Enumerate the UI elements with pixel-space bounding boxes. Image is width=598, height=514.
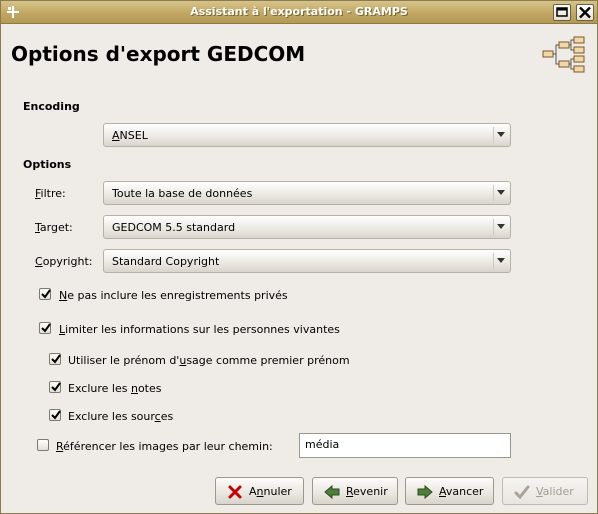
forward-button[interactable]: Avancer xyxy=(405,477,494,505)
copyright-dropdown-arrow[interactable] xyxy=(493,253,508,269)
filter-value: Toute la base de données xyxy=(112,187,253,200)
arrow-left-icon xyxy=(324,484,340,500)
apply-button[interactable]: Valider xyxy=(502,477,588,505)
target-value: GEDCOM 5.5 standard xyxy=(112,221,236,234)
checkmark-icon xyxy=(51,354,61,364)
copyright-value: Standard Copyright xyxy=(112,255,220,268)
image-path-input[interactable]: média xyxy=(299,433,511,458)
filter-label: Filtre: xyxy=(35,187,66,200)
private-records-checkbox[interactable] xyxy=(39,288,51,300)
encoding-combo[interactable]: ANSEL xyxy=(103,123,511,147)
encoding-section-label: Encoding xyxy=(23,100,80,113)
encoding-value: ANSEL xyxy=(112,129,148,142)
checkmark-icon xyxy=(41,289,51,299)
back-button[interactable]: Revenir xyxy=(312,477,398,505)
living-people-label[interactable]: Limiter les informations sur les personn… xyxy=(59,323,340,336)
filter-combo[interactable]: Toute la base de données xyxy=(103,181,511,205)
check-icon xyxy=(514,485,530,500)
checkmark-icon xyxy=(51,410,61,420)
title-bar[interactable]: Assistant à l'exportation - GRAMPS xyxy=(1,1,597,24)
exclude-sources-checkbox[interactable] xyxy=(49,409,61,421)
chevron-down-icon xyxy=(497,132,505,137)
exclude-notes-label[interactable]: Exclure les notes xyxy=(68,382,161,395)
page-title: Options d'export GEDCOM xyxy=(11,42,306,66)
window-title: Assistant à l'exportation - GRAMPS xyxy=(190,5,408,18)
cancel-button[interactable]: Annuler xyxy=(215,477,304,505)
filter-dropdown-arrow[interactable] xyxy=(493,185,508,201)
chevron-down-icon xyxy=(497,258,505,263)
arrow-right-icon xyxy=(417,484,433,500)
chevron-down-icon xyxy=(497,190,505,195)
reference-images-label[interactable]: Référencer les images par leur chemin: xyxy=(56,440,273,453)
close-icon xyxy=(579,6,591,19)
cancel-x-icon xyxy=(228,485,242,499)
living-people-checkbox[interactable] xyxy=(39,322,51,334)
checkmark-icon xyxy=(41,323,51,333)
copyright-label: Copyright: xyxy=(35,255,93,268)
target-combo[interactable]: GEDCOM 5.5 standard xyxy=(103,215,511,239)
nickname-label[interactable]: Utiliser le prénom d'usage comme premier… xyxy=(68,354,350,367)
family-tree-icon xyxy=(542,36,585,73)
options-section-label: Options xyxy=(23,158,72,171)
private-records-label[interactable]: Ne pas inclure les enregistrements privé… xyxy=(59,289,288,302)
exclude-notes-checkbox[interactable] xyxy=(49,381,61,393)
checkmark-icon xyxy=(51,382,61,392)
exclude-sources-label[interactable]: Exclure les sources xyxy=(68,410,173,423)
chevron-down-icon xyxy=(497,224,505,229)
close-button[interactable] xyxy=(576,4,594,21)
maximize-icon xyxy=(556,7,568,17)
export-assistant-window: Assistant à l'exportation - GRAMPS Optio… xyxy=(0,0,598,514)
maximize-button[interactable] xyxy=(553,4,571,21)
target-label: Target: xyxy=(35,221,73,234)
encoding-dropdown-arrow[interactable] xyxy=(493,127,508,143)
target-dropdown-arrow[interactable] xyxy=(493,219,508,235)
nickname-checkbox[interactable] xyxy=(49,353,61,365)
reference-images-checkbox[interactable] xyxy=(37,439,49,451)
copyright-combo[interactable]: Standard Copyright xyxy=(103,249,511,273)
